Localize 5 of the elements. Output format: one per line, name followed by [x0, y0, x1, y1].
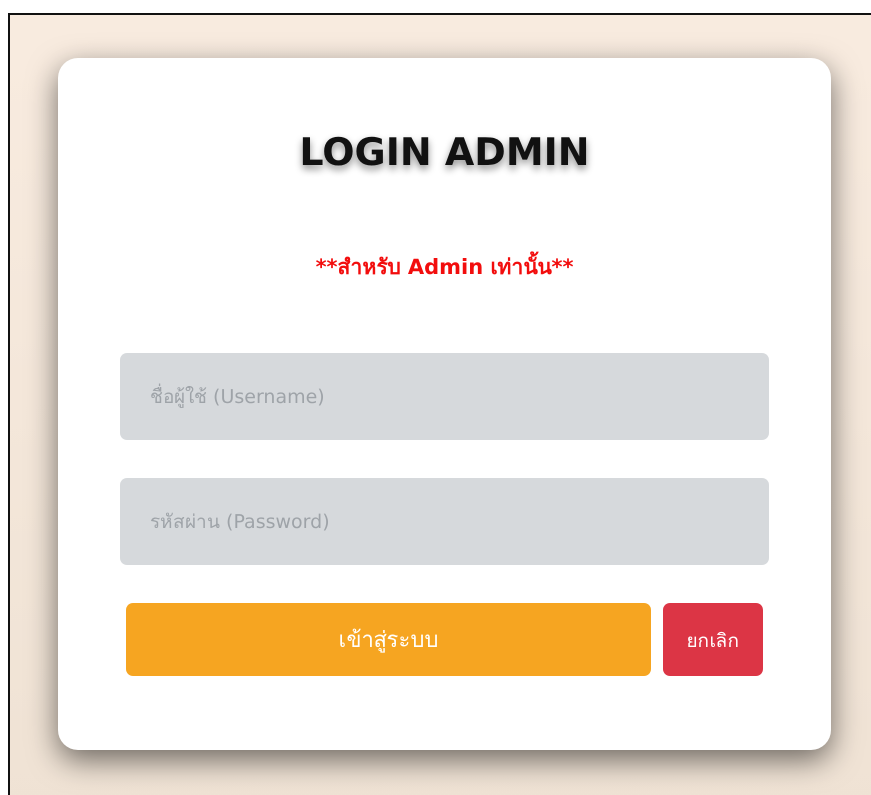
admin-notice: **สำหรับ Admin เท่านั้น**	[120, 250, 769, 283]
input-field[interactable]: ชื่อผู้ใช้ (Username)	[120, 353, 769, 440]
login-title: LOGIN ADMIN	[298, 129, 591, 176]
input-field[interactable]: รหัสผ่าน (Password)	[120, 478, 769, 565]
cancel-button[interactable]: ยกเลิก	[663, 603, 763, 676]
